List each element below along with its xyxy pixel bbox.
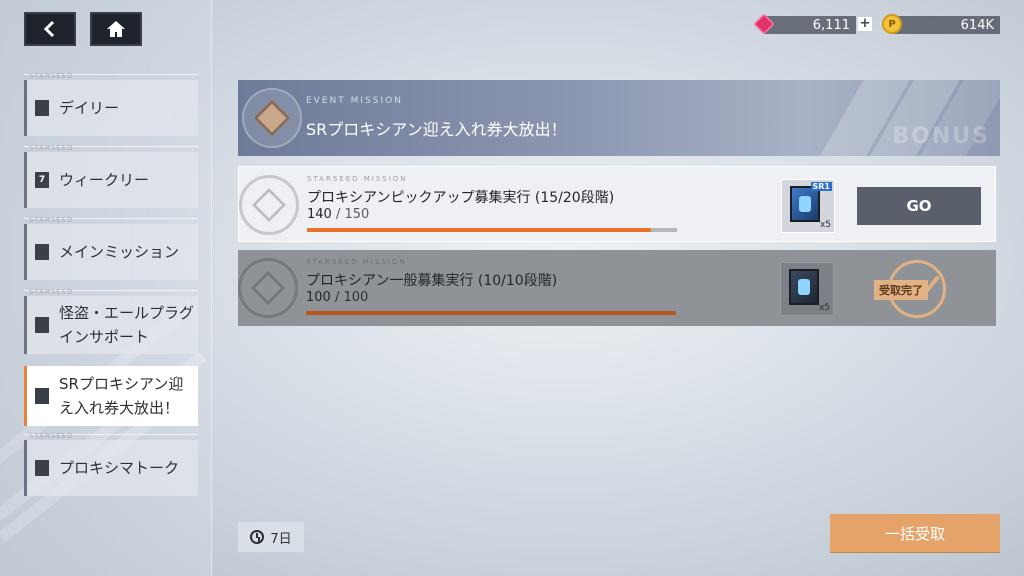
reward-quantity: x5 <box>818 303 830 313</box>
home-icon <box>107 21 125 37</box>
document-icon <box>35 388 49 404</box>
sidebar-item-daily[interactable]: STARSEED デイリー <box>24 72 198 136</box>
mission-row: STARSEED MISSION プロキシアンピックアップ募集実行 (15/20… <box>238 166 996 242</box>
clock-icon <box>250 530 265 544</box>
sidebar-item-weekly[interactable]: STARSEED 7 ウィークリー <box>24 144 198 208</box>
ticket-card-icon <box>789 269 819 305</box>
remaining-time: 7日 <box>238 522 304 552</box>
document-icon <box>35 460 49 476</box>
sidebar-item-label: 怪盗・エールプラグインサポート <box>59 304 195 346</box>
calendar-7-icon: 7 <box>35 172 49 188</box>
chart-icon <box>35 317 49 333</box>
gem-value: 6,111 <box>812 17 850 33</box>
mission-tag: STARSEED MISSION <box>307 175 408 183</box>
mission-progress-text: 100 / 100 <box>306 290 369 305</box>
sidebar-item-label: ウィークリー <box>59 171 150 189</box>
progress-current: 100 <box>306 290 331 305</box>
sidebar-item-proxima-talk[interactable]: STARSEED プロキシマトーク <box>24 432 198 496</box>
sidebar-item-tag: STARSEED <box>29 432 74 440</box>
mission-cube-icon <box>239 175 299 235</box>
coin-value: 614K <box>960 17 994 33</box>
progress-total: 100 <box>343 290 369 305</box>
banner-deco-text: BONUS <box>892 124 990 149</box>
coin-counter: 614K <box>892 16 1000 34</box>
home-button[interactable] <box>90 12 142 46</box>
progress-bar <box>306 311 676 315</box>
reward-quantity: x5 <box>819 220 831 230</box>
remaining-time-label: 7日 <box>270 531 292 547</box>
progress-fill <box>306 311 676 315</box>
sidebar-item-label: SRプロキシアン迎え入れ券大放出！ <box>59 375 184 417</box>
progress-bar <box>307 228 677 232</box>
reward-item[interactable]: x5 <box>780 262 834 316</box>
sidebar-item-label: デイリー <box>59 99 120 117</box>
list-icon <box>35 244 49 260</box>
sidebar-item-tag: STARSEED <box>29 144 74 152</box>
coin-icon: P <box>882 14 902 34</box>
banner-title: SRプロキシアン迎え入れ券大放出！ <box>306 120 567 139</box>
mission-progress-text: 140 / 150 <box>307 207 370 222</box>
claim-all-button[interactable]: 一括受取 <box>830 514 1000 552</box>
sidebar-item-main-mission[interactable]: STARSEED メインミッション <box>24 216 198 280</box>
document-icon <box>35 100 49 116</box>
event-banner: EVENT MISSION SRプロキシアン迎え入れ券大放出！ BONUS <box>238 80 1000 156</box>
sidebar-item-sr-event[interactable]: SRプロキシアン迎え入れ券大放出！ <box>24 366 198 426</box>
sidebar-item-label: プロキシマトーク <box>59 459 180 477</box>
mission-row: STARSEED MISSION プロキシアン一般募集実行 (10/10段階) … <box>238 250 996 326</box>
sidebar-item-tag: STARSEED <box>29 72 74 80</box>
mission-tag: STARSEED MISSION <box>306 258 407 266</box>
banner-tag: EVENT MISSION <box>306 96 403 106</box>
reward-item[interactable]: SR1 x5 <box>781 179 835 233</box>
progress-fill <box>307 228 652 232</box>
sidebar-item-tag: STARSEED <box>29 288 74 296</box>
mission-title: プロキシアン一般募集実行 (10/10段階) <box>306 273 558 289</box>
mission-cube-icon <box>238 258 298 318</box>
back-arrow-icon <box>43 20 55 38</box>
sidebar: STARSEED デイリー STARSEED 7 ウィークリー STARSEED… <box>0 0 212 576</box>
go-button[interactable]: GO <box>857 187 981 225</box>
event-cube-icon <box>242 88 302 148</box>
sidebar-item-plugin-support[interactable]: STARSEED 怪盗・エールプラグインサポート <box>24 288 198 354</box>
mission-title: プロキシアンピックアップ募集実行 (15/20段階) <box>307 190 615 206</box>
progress-total: 150 <box>344 207 370 222</box>
sidebar-item-tag: STARSEED <box>29 216 74 224</box>
reward-rarity: SR1 <box>810 182 832 191</box>
completed-label: 受取完了 <box>874 280 928 300</box>
back-button[interactable] <box>24 12 76 46</box>
gem-counter: 6,111 <box>764 16 856 34</box>
add-gem-button[interactable]: + <box>858 17 872 31</box>
ticket-card-icon <box>790 186 820 222</box>
progress-current: 140 <box>307 207 332 222</box>
sidebar-item-label: メインミッション <box>59 243 180 261</box>
